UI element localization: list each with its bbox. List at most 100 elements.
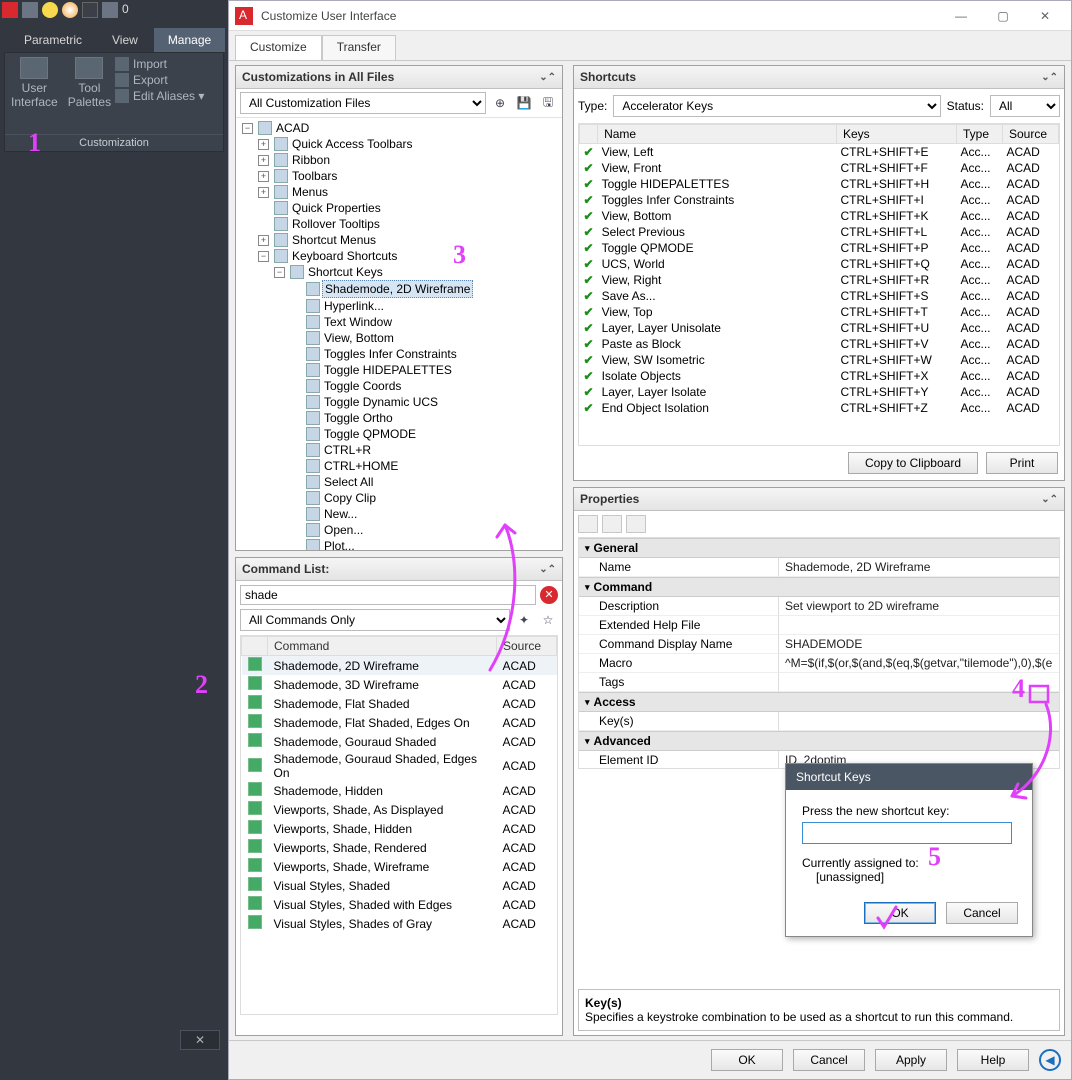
collapse-icon[interactable]: ⌄⌃ (1041, 494, 1058, 505)
tree-item[interactable]: Quick Properties (258, 200, 560, 216)
dialog-tab[interactable]: Transfer (322, 35, 396, 60)
table-row[interactable]: ✔Layer, Layer UnisolateCTRL+SHIFT+UAcc..… (580, 320, 1059, 336)
col-type[interactable]: Type (957, 125, 1003, 144)
tree-item[interactable]: CTRL+HOME (290, 458, 560, 474)
dialog-titlebar[interactable]: Customize User Interface — ▢ ✕ (229, 1, 1071, 31)
col-keys[interactable]: Keys (837, 125, 957, 144)
tree-item[interactable]: View, Bottom (290, 330, 560, 346)
alphabetical-icon[interactable] (602, 515, 622, 533)
property-category[interactable]: ▾Command (579, 577, 1059, 597)
table-row[interactable]: Shademode, 3D WireframeACAD (242, 675, 557, 694)
tree-item[interactable]: Text Window (290, 314, 560, 330)
tree-item[interactable]: Toggle HIDEPALETTES (290, 362, 560, 378)
table-row[interactable]: Shademode, 2D WireframeACAD (242, 656, 557, 676)
collapse-icon[interactable]: ⌄⌃ (1041, 72, 1058, 83)
ribbon-small-button[interactable]: Edit Aliases ▾ (115, 89, 204, 103)
tree-item[interactable]: +Menus (258, 184, 560, 200)
property-grid[interactable]: ▾GeneralNameShademode, 2D Wireframe▾Comm… (578, 537, 1060, 769)
status-bar-close[interactable]: ✕ (180, 1030, 220, 1050)
categorized-icon[interactable] (578, 515, 598, 533)
tree-item[interactable]: Toggle Coords (290, 378, 560, 394)
table-row[interactable]: Viewports, Shade, HiddenACAD (242, 819, 557, 838)
property-row[interactable]: NameShademode, 2D Wireframe (579, 558, 1059, 577)
table-row[interactable]: Shademode, Gouraud Shaded, Edges OnACAD (242, 751, 557, 781)
table-row[interactable]: ✔UCS, WorldCTRL+SHIFT+QAcc...ACAD (580, 256, 1059, 272)
table-row[interactable]: ✔Select PreviousCTRL+SHIFT+LAcc...ACAD (580, 224, 1059, 240)
property-row[interactable]: Extended Help File (579, 616, 1059, 635)
customization-tree[interactable]: −ACAD+Quick Access Toolbars+Ribbon+Toolb… (236, 118, 562, 550)
property-row[interactable]: Macro^M=$(if,$(or,$(and,$(eq,$(getvar,"t… (579, 654, 1059, 673)
quick-access-toolbar[interactable]: 0 (2, 2, 129, 18)
property-category[interactable]: ▾Advanced (579, 731, 1059, 751)
col-command[interactable]: Command (268, 637, 497, 656)
table-row[interactable]: Viewports, Shade, WireframeACAD (242, 857, 557, 876)
tree-item[interactable]: −Keyboard Shortcuts (258, 248, 560, 264)
table-row[interactable]: ✔View, RightCTRL+SHIFT+RAcc...ACAD (580, 272, 1059, 288)
shortcuts-table[interactable]: Name Keys Type Source ✔View, LeftCTRL+SH… (578, 123, 1060, 446)
close-button[interactable]: ✕ (1025, 5, 1065, 27)
tree-item[interactable]: Shademode, 2D Wireframe (290, 280, 560, 298)
table-row[interactable]: Shademode, Flat Shaded, Edges OnACAD (242, 713, 557, 732)
collapse-icon[interactable]: ⌄⌃ (539, 72, 556, 83)
property-row[interactable]: Key(s) (579, 712, 1059, 731)
table-row[interactable]: Shademode, Gouraud ShadedACAD (242, 732, 557, 751)
tree-item[interactable]: Plot... (290, 538, 560, 550)
command-category-select[interactable]: All Commands Only (240, 609, 510, 631)
tree-item[interactable]: Select All (290, 474, 560, 490)
shortcut-key-input[interactable] (802, 822, 1012, 844)
command-search-input[interactable] (240, 585, 536, 605)
tree-item[interactable]: Toggle Ortho (290, 410, 560, 426)
tree-item[interactable]: Toggle QPMODE (290, 426, 560, 442)
col-source[interactable]: Source (1003, 125, 1059, 144)
customization-filter-select[interactable]: All Customization Files (240, 92, 486, 114)
table-row[interactable]: Visual Styles, Shaded with EdgesACAD (242, 895, 557, 914)
hscrollbar[interactable] (236, 1019, 562, 1035)
tree-item[interactable]: +Shortcut Menus (258, 232, 560, 248)
type-select[interactable]: Accelerator Keys (613, 95, 940, 117)
cancel-button[interactable]: Cancel (793, 1049, 865, 1071)
tree-item[interactable]: Copy Clip (290, 490, 560, 506)
property-row[interactable]: Command Display NameSHADEMODE (579, 635, 1059, 654)
status-select[interactable]: All (990, 95, 1060, 117)
table-row[interactable]: Viewports, Shade, As DisplayedACAD (242, 800, 557, 819)
tool-palettes-button[interactable]: Tool Palettes (68, 57, 111, 109)
tree-item[interactable]: −ACAD (242, 120, 560, 136)
property-row[interactable]: Tags (579, 673, 1059, 692)
table-row[interactable]: Shademode, Flat ShadedACAD (242, 694, 557, 713)
user-interface-button[interactable]: User Interface (11, 57, 58, 109)
col-name[interactable]: Name (598, 125, 837, 144)
table-row[interactable]: ✔View, TopCTRL+SHIFT+TAcc...ACAD (580, 304, 1059, 320)
tree-item[interactable]: Hyperlink... (290, 298, 560, 314)
minimize-button[interactable]: — (941, 5, 981, 27)
table-row[interactable]: ✔View, BottomCTRL+SHIFT+KAcc...ACAD (580, 208, 1059, 224)
table-row[interactable]: ✔Toggles Infer ConstraintsCTRL+SHIFT+IAc… (580, 192, 1059, 208)
col-source[interactable]: Source (497, 637, 557, 656)
property-row[interactable]: DescriptionSet viewport to 2D wireframe (579, 597, 1059, 616)
table-row[interactable]: ✔Isolate ObjectsCTRL+SHIFT+XAcc...ACAD (580, 368, 1059, 384)
clear-search-icon[interactable]: ✕ (540, 586, 558, 604)
table-row[interactable]: ✔Paste as BlockCTRL+SHIFT+VAcc...ACAD (580, 336, 1059, 352)
ribbon-tab[interactable]: Parametric (10, 28, 96, 52)
popup-ok-button[interactable]: OK (864, 902, 936, 924)
dialog-tab[interactable]: Customize (235, 35, 322, 60)
table-row[interactable]: ✔End Object IsolationCTRL+SHIFT+ZAcc...A… (580, 400, 1059, 416)
property-category[interactable]: ▾General (579, 538, 1059, 558)
apply-button[interactable]: Apply (875, 1049, 947, 1071)
tree-item[interactable]: Rollover Tooltips (258, 216, 560, 232)
save-all-icon[interactable]: 🖫 (538, 93, 558, 113)
table-row[interactable]: ✔Toggle HIDEPALETTESCTRL+SHIFT+HAcc...AC… (580, 176, 1059, 192)
expand-dialog-icon[interactable]: ◀ (1039, 1049, 1061, 1071)
ribbon-tab[interactable]: View (98, 28, 152, 52)
table-row[interactable]: ✔Layer, Layer IsolateCTRL+SHIFT+YAcc...A… (580, 384, 1059, 400)
tree-item[interactable]: New... (290, 506, 560, 522)
table-row[interactable]: ✔Save As...CTRL+SHIFT+SAcc...ACAD (580, 288, 1059, 304)
popup-title[interactable]: Shortcut Keys (786, 764, 1032, 790)
maximize-button[interactable]: ▢ (983, 5, 1023, 27)
table-row[interactable]: Visual Styles, ShadedACAD (242, 876, 557, 895)
table-row[interactable]: ✔View, FrontCTRL+SHIFT+FAcc...ACAD (580, 160, 1059, 176)
table-row[interactable]: ✔View, LeftCTRL+SHIFT+EAcc...ACAD (580, 144, 1059, 161)
tree-item[interactable]: −Shortcut Keys (274, 264, 560, 280)
table-row[interactable]: ✔Toggle QPMODECTRL+SHIFT+PAcc...ACAD (580, 240, 1059, 256)
tree-item[interactable]: +Quick Access Toolbars (258, 136, 560, 152)
collapse-icon[interactable]: ⌄⌃ (539, 564, 556, 575)
